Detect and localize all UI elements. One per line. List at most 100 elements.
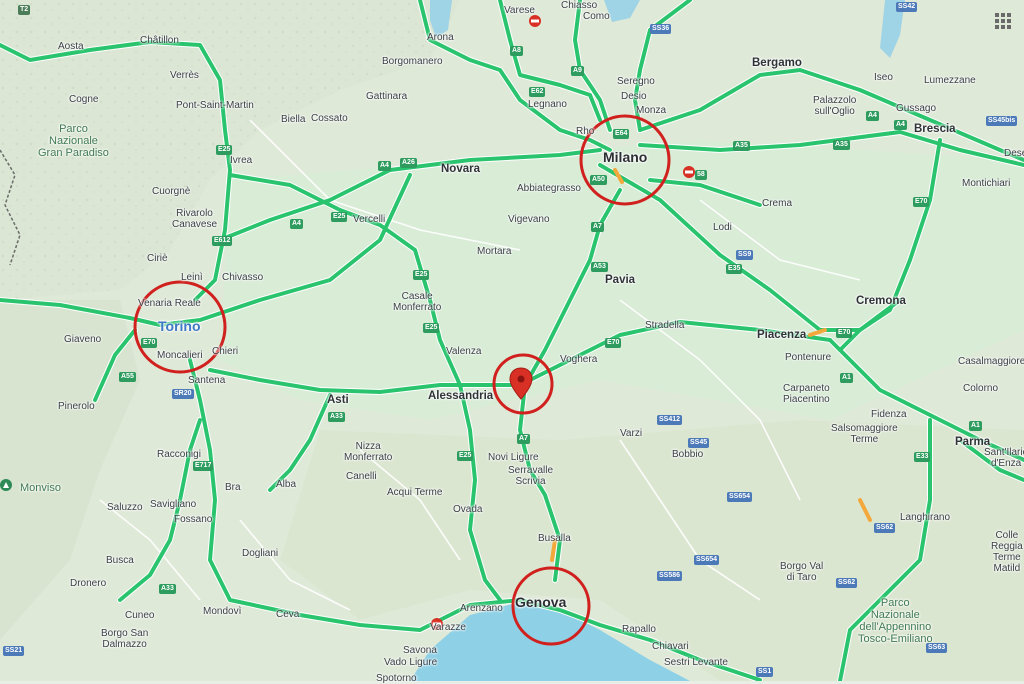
place-label-giaveno[interactable]: Giaveno: [64, 334, 101, 345]
place-label-dronero[interactable]: Dronero: [70, 578, 106, 589]
city-label-torino[interactable]: Torino: [158, 319, 201, 333]
place-label-gussago[interactable]: Gussago: [896, 103, 936, 114]
place-label-santena[interactable]: Santena: [188, 375, 225, 386]
place-label-seregno[interactable]: Seregno: [617, 76, 655, 87]
place-label-savona[interactable]: Savona: [403, 645, 437, 656]
place-label-saluzzo[interactable]: Saluzzo: [107, 502, 143, 513]
place-label-spotorno[interactable]: Spotorno: [376, 673, 417, 684]
place-label-langhirano[interactable]: Langhirano: [900, 512, 950, 523]
place-label-moncalieri[interactable]: Moncalieri: [157, 350, 203, 361]
place-label-arenzano[interactable]: Arenzano: [460, 603, 503, 614]
place-label-desio[interactable]: Desio: [621, 91, 647, 102]
place-label-chiasso[interactable]: Chiasso: [561, 0, 597, 11]
apps-grid-button[interactable]: [990, 8, 1016, 34]
place-label-chatillon[interactable]: Châtillon: [140, 35, 179, 46]
place-label-monza[interactable]: Monza: [636, 105, 666, 116]
place-label-colorno[interactable]: Colorno: [963, 383, 998, 394]
place-label-venaria[interactable]: Venaria Reale: [138, 298, 201, 309]
place-label-alessandria[interactable]: Alessandria: [428, 390, 493, 402]
place-label-legnano[interactable]: Legnano: [528, 99, 567, 110]
place-label-stradella[interactable]: Stradella: [645, 320, 684, 331]
place-label-ceva[interactable]: Ceva: [276, 609, 299, 620]
place-label-cogne[interactable]: Cogne: [69, 94, 98, 105]
closure-icon[interactable]: [529, 15, 541, 27]
place-label-borgoval[interactable]: Borgo Val di Taro: [780, 561, 823, 583]
city-label-milano[interactable]: Milano: [603, 150, 647, 164]
place-label-salsomaggiore[interactable]: Salsomaggiore Terme: [831, 423, 898, 445]
place-label-fossano[interactable]: Fossano: [174, 514, 212, 525]
place-label-santilario[interactable]: Sant'Ilario d'Enza: [984, 447, 1024, 469]
place-label-canelli[interactable]: Canelli: [346, 471, 377, 482]
place-label-verres[interactable]: Verrès: [170, 70, 199, 81]
place-label-bobbio[interactable]: Bobbio: [672, 449, 703, 460]
place-label-rapallo[interactable]: Rapallo: [622, 624, 656, 635]
location-pin-icon[interactable]: [509, 367, 533, 400]
place-label-arona[interactable]: Arona: [427, 32, 454, 43]
place-label-pontenure[interactable]: Pontenure: [785, 352, 831, 363]
map-canvas[interactable]: Varese Chiasso Como Arona Aosta Châtillon Berg…: [0, 0, 1024, 684]
place-label-leini[interactable]: Leinì: [181, 272, 203, 283]
place-label-ovada[interactable]: Ovada: [453, 504, 482, 515]
place-label-rivarolo[interactable]: Rivarolo Canavese: [172, 208, 217, 230]
place-label-aosta[interactable]: Aosta: [58, 41, 84, 52]
place-label-vercelli[interactable]: Vercelli: [353, 214, 385, 225]
place-label-iseo[interactable]: Iseo: [874, 72, 893, 83]
place-label-cirie[interactable]: Ciriè: [147, 253, 168, 264]
place-label-chiavari[interactable]: Chiavari: [652, 641, 689, 652]
place-label-palazzolo[interactable]: Palazzolo sull'Oglio: [813, 95, 856, 117]
place-label-cuneo[interactable]: Cuneo: [125, 610, 154, 621]
place-label-mondovi[interactable]: Mondovì: [203, 606, 241, 617]
place-label-fidenza[interactable]: Fidenza: [871, 409, 907, 420]
place-label-abbiategrasso[interactable]: Abbiategrasso: [517, 183, 581, 194]
place-label-savigliano[interactable]: Savigliano: [150, 499, 196, 510]
closure-icon[interactable]: [683, 166, 695, 178]
place-label-lumezzane[interactable]: Lumezzane: [924, 75, 976, 86]
place-label-brescia[interactable]: Brescia: [914, 123, 956, 135]
place-label-sestri[interactable]: Sestri Levante: [664, 657, 728, 668]
place-label-casale[interactable]: Casale Monferrato: [393, 291, 441, 313]
park-label-gran_paradiso[interactable]: Parco Nazionale Gran Paradiso: [38, 123, 109, 159]
place-label-montichiari[interactable]: Montichiari: [962, 178, 1010, 189]
place-label-nizza[interactable]: Nizza Monferrato: [344, 441, 392, 463]
place-label-varese[interactable]: Varese: [504, 5, 535, 16]
place-label-chivasso[interactable]: Chivasso: [222, 272, 263, 283]
place-label-pavia[interactable]: Pavia: [605, 274, 635, 286]
place-label-rho[interactable]: Rho: [576, 126, 594, 137]
park-label-appennino[interactable]: Parco Nazionale dell'Appennino Tosco-Emilia…: [858, 597, 933, 645]
city-label-genova[interactable]: Genova: [515, 595, 566, 609]
place-label-varzi[interactable]: Varzi: [620, 428, 642, 439]
park-marker-icon[interactable]: [0, 479, 12, 491]
place-label-borgomanero[interactable]: Borgomanero: [382, 56, 443, 67]
place-label-alba[interactable]: Alba: [276, 479, 296, 490]
place-label-como[interactable]: Como: [583, 11, 610, 22]
place-label-cuorgne[interactable]: Cuorgnè: [152, 186, 190, 197]
place-label-carpaneto[interactable]: Carpaneto Piacentino: [783, 383, 830, 405]
place-label-vigevano[interactable]: Vigevano: [508, 214, 550, 225]
place-label-pinerolo[interactable]: Pinerolo: [58, 401, 95, 412]
place-label-bergamo[interactable]: Bergamo: [752, 57, 802, 69]
place-label-dogliani[interactable]: Dogliani: [242, 548, 278, 559]
place-label-cossato[interactable]: Cossato: [311, 113, 348, 124]
place-label-crema[interactable]: Crema: [762, 198, 792, 209]
place-label-voghera[interactable]: Voghera: [560, 354, 597, 365]
place-label-novi[interactable]: Novi Ligure: [488, 452, 539, 463]
place-label-varazze[interactable]: Varazze: [430, 622, 466, 633]
place-label-mortara[interactable]: Mortara: [477, 246, 511, 257]
place-label-piacenza[interactable]: Piacenza: [757, 329, 806, 341]
place-label-bra[interactable]: Bra: [225, 482, 241, 493]
place-label-casalmaggiore[interactable]: Casalmaggiore: [958, 356, 1024, 367]
place-label-novara[interactable]: Novara: [441, 163, 480, 175]
place-label-chieri[interactable]: Chieri: [212, 346, 238, 357]
place-label-desenzano[interactable]: Dese: [1004, 148, 1024, 159]
place-label-acqui[interactable]: Acqui Terme: [387, 487, 442, 498]
place-label-borgosan[interactable]: Borgo San Dalmazzo: [101, 628, 148, 650]
place-label-busalla[interactable]: Busalla: [538, 533, 571, 544]
place-label-vado[interactable]: Vado Ligure: [384, 657, 437, 668]
place-label-valenza[interactable]: Valenza: [446, 346, 481, 357]
park-label-monviso[interactable]: Monviso: [20, 482, 61, 494]
place-label-gattinara[interactable]: Gattinara: [366, 91, 407, 102]
place-label-pont[interactable]: Pont-Saint-Martin: [176, 100, 254, 111]
place-label-cremona[interactable]: Cremona: [856, 295, 906, 307]
place-label-biella[interactable]: Biella: [281, 114, 305, 125]
place-label-racconigi[interactable]: Racconigi: [157, 449, 201, 460]
